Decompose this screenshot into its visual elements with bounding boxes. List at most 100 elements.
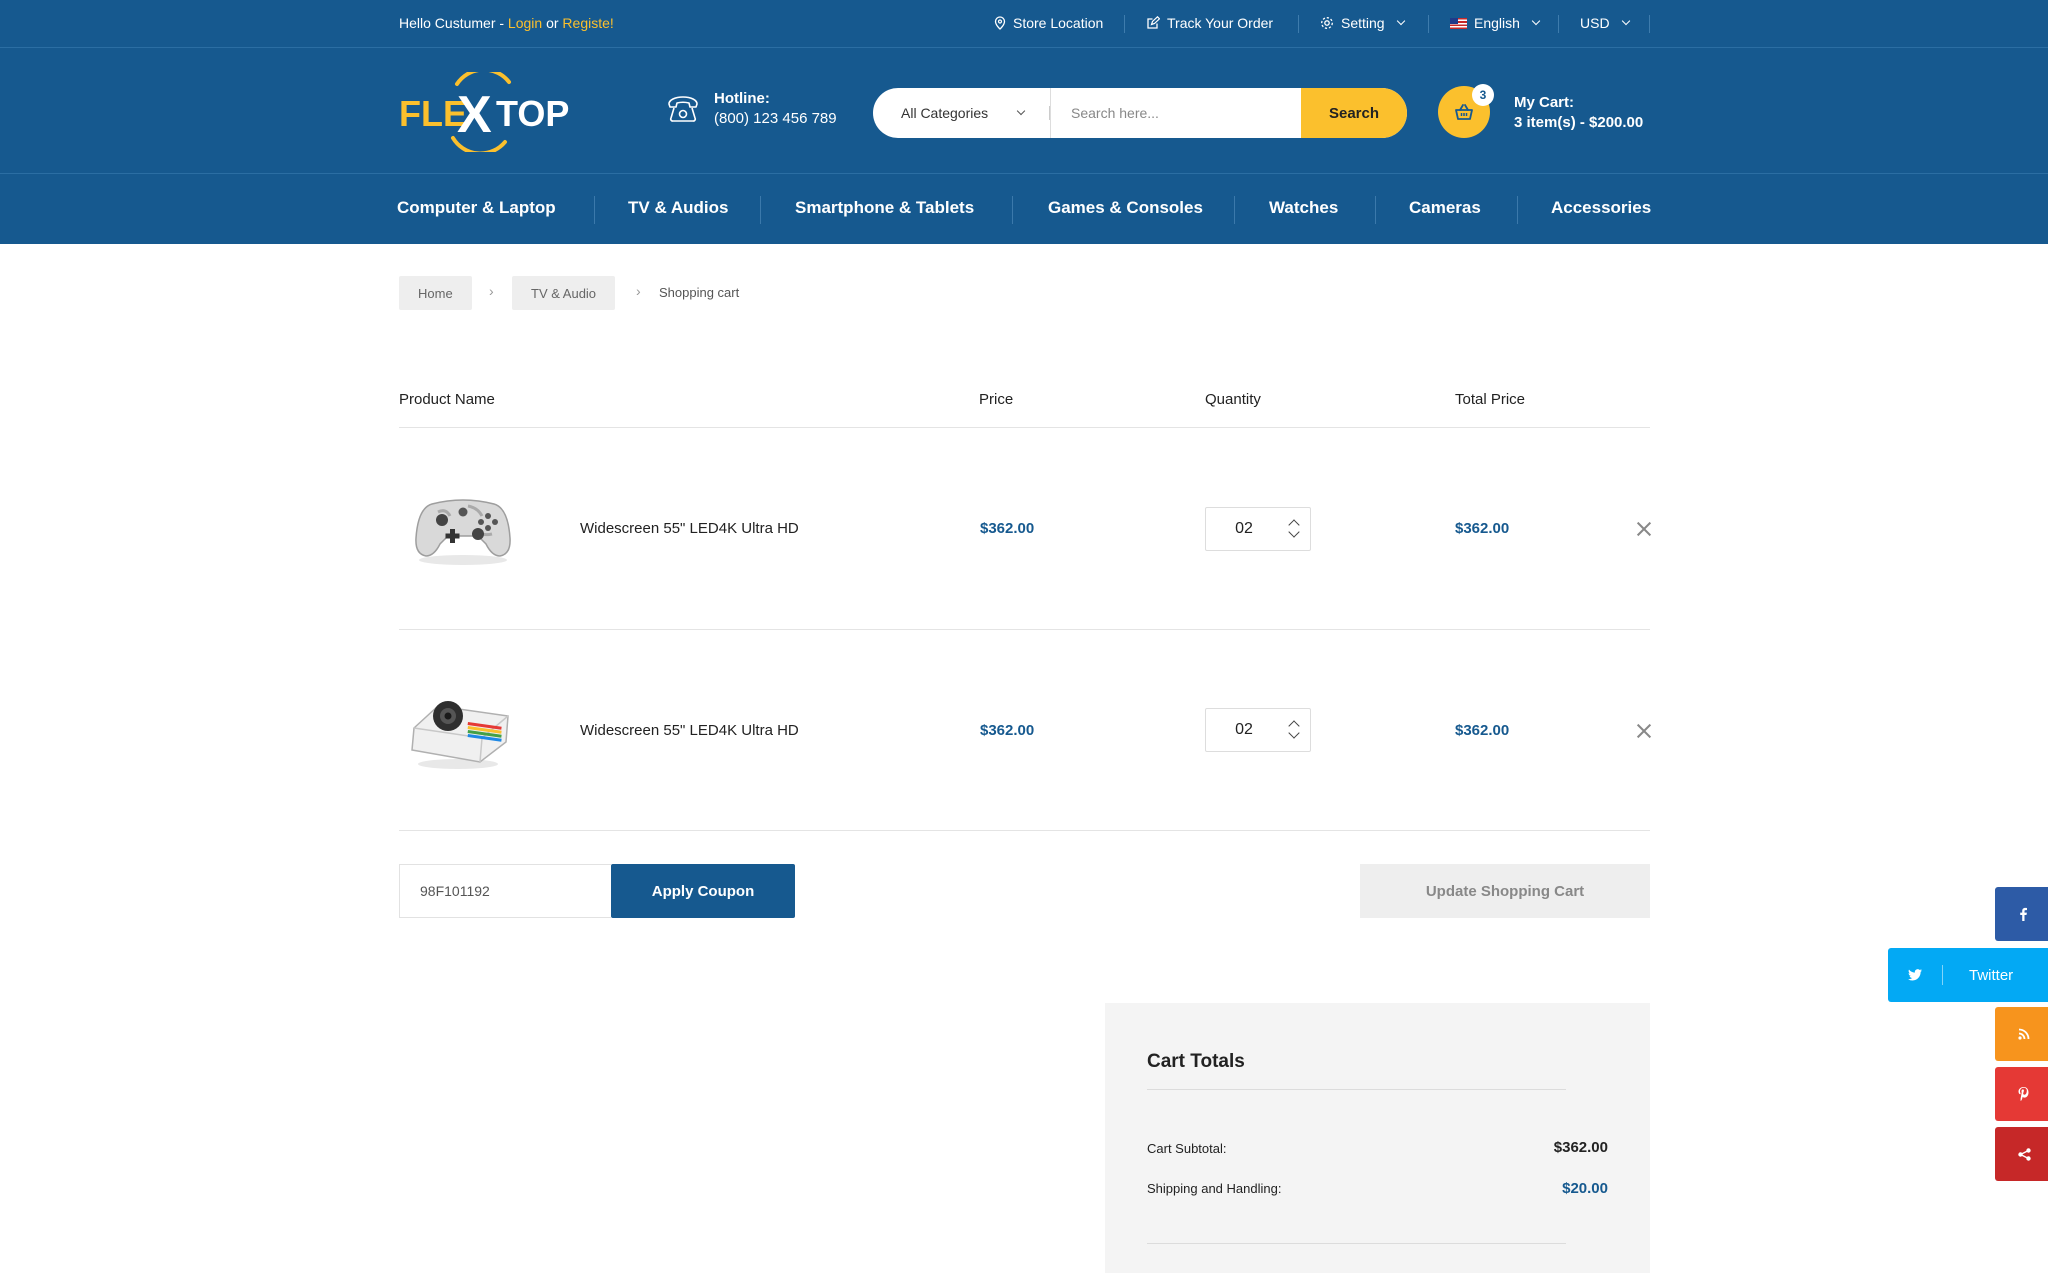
twitter-divider (1942, 965, 1943, 985)
store-location-link[interactable]: Store Location (994, 15, 1103, 31)
column-header-quantity: Quantity (1205, 391, 1261, 408)
currency-label: USD (1580, 15, 1610, 31)
chevron-right-icon: › (489, 283, 494, 299)
row-total-price: $362.00 (1455, 520, 1510, 537)
shipping-value: $20.00 (1562, 1180, 1608, 1197)
cart-totals-panel: Cart Totals Cart Subtotal: $362.00 Shipp… (1105, 1003, 1650, 1273)
rss-button[interactable] (1995, 1007, 2048, 1061)
nav-item-accessories[interactable]: Accessories (1551, 198, 1651, 218)
quantity-stepper[interactable] (1205, 507, 1311, 551)
product-image-gamepad[interactable] (408, 482, 518, 572)
search-bar: All Categories Search (873, 88, 1407, 138)
site-logo[interactable]: FLE X TOP (399, 72, 574, 152)
nav-item-computer-laptop[interactable]: Computer & Laptop (397, 198, 556, 218)
top-bar: Hello Custumer - Login or Registe! Store… (0, 0, 2048, 48)
apply-coupon-button[interactable]: Apply Coupon (611, 864, 795, 918)
edit-icon (1147, 16, 1160, 29)
store-location-label: Store Location (1013, 15, 1104, 31)
divider (1558, 15, 1559, 33)
twitter-button[interactable]: Twitter (1888, 948, 2048, 1002)
mini-cart[interactable]: 3 My Cart: 3 item(s) - $200.00 (1438, 84, 1644, 138)
setting-dropdown[interactable]: Setting (1320, 15, 1405, 31)
nav-divider (1517, 196, 1518, 224)
update-cart-button[interactable]: Update Shopping Cart (1360, 864, 1650, 918)
gear-icon (1321, 17, 1333, 29)
register-link[interactable]: Registe! (562, 15, 613, 31)
twitter-label: Twitter (1969, 966, 2014, 984)
track-order-label: Track Your Order (1167, 15, 1274, 31)
rss-icon (2018, 1028, 2030, 1040)
nav-divider (1012, 196, 1013, 224)
chevron-down-icon (1531, 16, 1541, 26)
basket-icon (1455, 104, 1473, 120)
search-input[interactable] (1051, 88, 1301, 138)
breadcrumb-category[interactable]: TV & Audio (512, 276, 616, 310)
coupon-input[interactable] (399, 864, 611, 918)
map-pin-icon (994, 16, 1006, 30)
pinterest-icon (2018, 1087, 2029, 1101)
pinterest-button[interactable] (1995, 1067, 2048, 1121)
facebook-icon (2020, 907, 2027, 921)
cart-totals-title: Cart Totals (1147, 1051, 1245, 1072)
close-icon[interactable] (1636, 521, 1652, 537)
chevron-down-icon[interactable] (1288, 727, 1300, 739)
setting-label: Setting (1341, 15, 1385, 31)
cart-summary: 3 item(s) - $200.00 (1514, 113, 1644, 131)
divider (1428, 15, 1429, 33)
currency-dropdown[interactable]: USD (1580, 15, 1630, 31)
nav-item-watches[interactable]: Watches (1269, 198, 1338, 218)
search-button[interactable]: Search (1301, 88, 1407, 138)
cart-bubble[interactable]: 3 (1438, 84, 1494, 138)
twitter-icon (1908, 969, 1922, 981)
facebook-button[interactable] (1995, 887, 2048, 941)
nav-divider (1375, 196, 1376, 224)
nav-item-cameras[interactable]: Cameras (1409, 198, 1481, 218)
logo-text-x: X (457, 86, 492, 144)
language-label: English (1474, 15, 1520, 31)
share-icon (2018, 1147, 2031, 1161)
breadcrumb-current: Shopping cart (659, 285, 740, 300)
chevron-down-icon (1016, 106, 1026, 116)
subtotal-label: Cart Subtotal: (1147, 1141, 1227, 1156)
column-header-total: Total Price (1455, 391, 1526, 408)
main-nav: Computer & Laptop TV & Audios Smartphone… (0, 174, 2048, 244)
hotline-label: Hotline: (714, 90, 770, 107)
product-image-camera[interactable] (408, 684, 518, 774)
divider (1298, 15, 1299, 33)
product-price: $362.00 (980, 520, 1035, 537)
chevron-right-icon: › (636, 283, 641, 299)
table-divider (399, 629, 1650, 630)
row-total-price: $362.00 (1455, 722, 1510, 739)
product-name[interactable]: Widescreen 55" LED4K Ultra HD (580, 520, 799, 537)
chevron-down-icon (1396, 16, 1405, 26)
close-icon[interactable] (1636, 723, 1652, 739)
column-header-product: Product Name (399, 391, 495, 408)
category-select[interactable]: All Categories (873, 88, 1051, 138)
shipping-label: Shipping and Handling: (1147, 1181, 1282, 1196)
column-header-price: Price (979, 391, 1014, 408)
quantity-input[interactable] (1206, 709, 1282, 751)
divider (1124, 15, 1125, 33)
share-button[interactable] (1995, 1127, 2048, 1181)
nav-divider (1234, 196, 1235, 224)
chevron-down-icon[interactable] (1288, 526, 1300, 538)
nav-item-tv-audios[interactable]: TV & Audios (628, 198, 728, 218)
product-name[interactable]: Widescreen 55" LED4K Ultra HD (580, 722, 799, 739)
divider (1649, 15, 1650, 33)
track-order-link[interactable]: Track Your Order (1146, 15, 1273, 31)
nav-divider (594, 196, 595, 224)
breadcrumb-home[interactable]: Home (399, 276, 472, 310)
hotline-number: (800) 123 456 789 (714, 110, 837, 127)
subtotal-value: $362.00 (1553, 1139, 1608, 1156)
login-link[interactable]: Login (508, 15, 542, 31)
quantity-stepper[interactable] (1205, 708, 1311, 752)
greeting: Hello Custumer - Login or Registe! (399, 15, 614, 31)
cart-count-badge: 3 (1472, 84, 1494, 106)
quantity-input[interactable] (1206, 508, 1282, 550)
chevron-down-icon (1621, 16, 1630, 26)
nav-item-smartphone-tablets[interactable]: Smartphone & Tablets (795, 198, 974, 218)
phone-icon (668, 95, 698, 122)
nav-item-games-consoles[interactable]: Games & Consoles (1048, 198, 1203, 218)
table-divider (399, 427, 1650, 428)
language-dropdown[interactable]: English (1450, 15, 1541, 31)
